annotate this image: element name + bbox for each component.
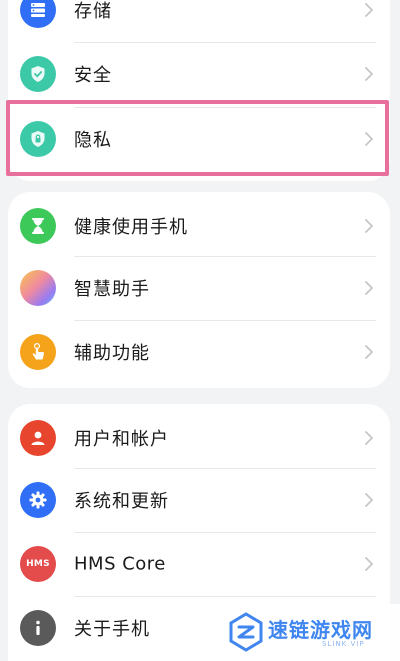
gear-icon bbox=[20, 482, 56, 518]
chevron-right-icon bbox=[365, 67, 373, 81]
hms-icon-text: HMS bbox=[26, 559, 50, 569]
chevron-right-icon bbox=[365, 3, 373, 17]
security-shield-icon bbox=[20, 56, 56, 92]
settings-item-label: 关于手机 bbox=[74, 619, 150, 640]
chevron-right-icon bbox=[365, 557, 373, 571]
chevron-right-icon bbox=[365, 281, 373, 295]
settings-item-security[interactable]: 安全 bbox=[8, 42, 390, 106]
settings-item-label: 智慧助手 bbox=[74, 279, 150, 300]
settings-item-digital-balance[interactable]: 健康使用手机 bbox=[8, 194, 390, 258]
highlight-box bbox=[6, 100, 389, 176]
hand-touch-icon bbox=[20, 334, 56, 370]
chevron-right-icon bbox=[365, 493, 373, 507]
settings-item-label: 用户和帐户 bbox=[74, 429, 169, 450]
settings-item-accessibility[interactable]: 辅助功能 bbox=[8, 320, 390, 384]
hms-icon: HMS bbox=[20, 546, 56, 582]
watermark-logo-icon bbox=[229, 612, 263, 652]
info-icon bbox=[20, 610, 56, 646]
chevron-right-icon bbox=[365, 431, 373, 445]
settings-item-label: 存储 bbox=[74, 1, 112, 22]
settings-item-users-accounts[interactable]: 用户和帐户 bbox=[8, 406, 390, 470]
chevron-right-icon bbox=[365, 219, 373, 233]
settings-item-label: 系统和更新 bbox=[74, 491, 169, 512]
watermark: 速链游戏网 SLINK.VIP bbox=[222, 604, 400, 661]
watermark-text: 速链游戏网 bbox=[268, 618, 373, 642]
settings-item-label: 安全 bbox=[74, 65, 112, 86]
settings-item-label: HMS Core bbox=[74, 553, 166, 575]
settings-item-system-updates[interactable]: 系统和更新 bbox=[8, 468, 390, 532]
storage-icon bbox=[20, 0, 56, 28]
watermark-subtext: SLINK.VIP bbox=[322, 640, 365, 648]
hourglass-icon bbox=[20, 208, 56, 244]
settings-group-2: 健康使用手机 智慧助手 辅助功能 bbox=[8, 192, 390, 388]
settings-item-label: 辅助功能 bbox=[74, 343, 150, 364]
chevron-right-icon bbox=[365, 345, 373, 359]
user-icon bbox=[20, 420, 56, 456]
settings-item-smart-assistant[interactable]: 智慧助手 bbox=[8, 256, 390, 320]
settings-item-storage[interactable]: 存储 bbox=[8, 0, 390, 42]
assistant-orb-icon bbox=[20, 270, 56, 306]
settings-item-label: 健康使用手机 bbox=[74, 217, 188, 238]
settings-item-hms-core[interactable]: HMS HMS Core bbox=[8, 532, 390, 596]
